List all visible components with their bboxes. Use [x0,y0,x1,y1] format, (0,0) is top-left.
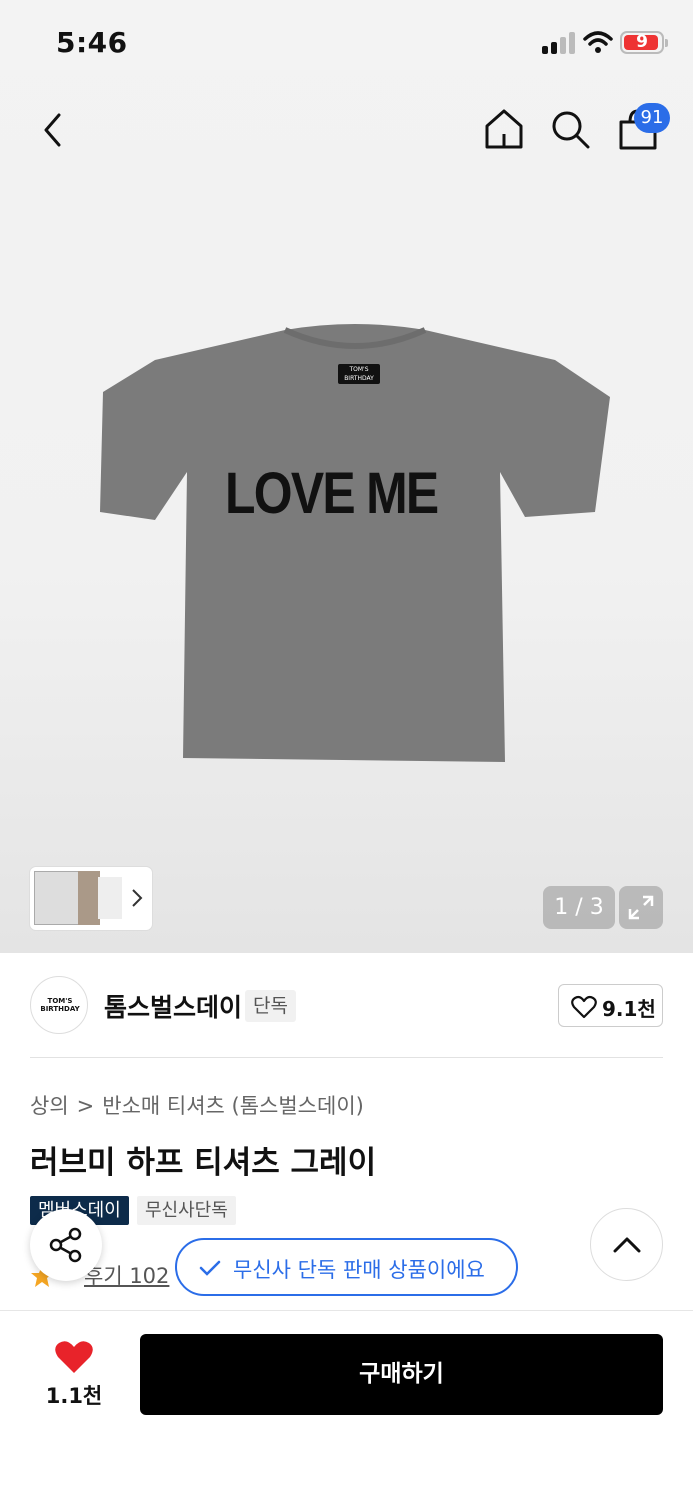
breadcrumb-item[interactable]: 상의 [30,1094,69,1118]
status-bar: 5:46 9 [0,0,693,80]
thumbnail-2[interactable] [78,871,100,925]
heart-outline-icon [571,995,597,1019]
brand-like-button[interactable]: 9.1천 [558,984,663,1027]
status-time: 5:46 [56,26,128,59]
breadcrumb-item[interactable]: 반소매 티셔츠 (톰스벌스데이) [102,1094,364,1118]
toast-message: 무신사 단독 판매 상품이에요 [175,1238,518,1296]
expand-icon [628,895,654,920]
wifi-icon [583,31,613,53]
battery-icon: 9 [620,31,668,54]
divider [30,1057,663,1058]
brand-name[interactable]: 톰스벌스데이 [104,988,242,1024]
like-count: 1.1천 [45,1384,103,1408]
review-link[interactable]: 후기 102 [84,1260,169,1290]
musinsa-exclusive-tag: 무신사단독 [137,1196,236,1225]
product-image[interactable] [95,322,615,767]
toast-text: 무신사 단독 판매 상품이에요 [233,1258,485,1282]
product-title: 러브미 하프 티셔츠 그레이 [30,1145,377,1181]
cart-count-badge: 91 [634,103,670,133]
battery-level: 9 [636,32,648,52]
thumbnail-strip[interactable] [30,867,152,930]
thumbnail-1[interactable] [34,871,80,925]
breadcrumb-separator: > [76,1094,95,1118]
thumbnail-3[interactable] [98,877,122,919]
share-button[interactable] [30,1209,102,1281]
scroll-top-button[interactable] [590,1208,663,1281]
search-icon[interactable] [550,109,590,149]
brand-like-count: 9.1천 [602,997,656,1021]
chevron-right-icon[interactable] [130,887,144,909]
home-icon[interactable] [484,108,524,150]
brand-logo-text: TOM'S BIRTHDAY [40,997,80,1013]
product-print: LOVE ME [225,461,439,526]
back-icon[interactable] [38,110,68,150]
exclusive-badge: 단독 [245,990,296,1022]
heart-filled-icon[interactable] [54,1339,94,1375]
buy-button[interactable]: 구매하기 [140,1334,663,1415]
image-counter: 1 / 3 [543,886,615,929]
signal-icon [542,32,576,54]
expand-button[interactable] [619,886,663,929]
brand-logo[interactable]: TOM'S BIRTHDAY [30,976,88,1034]
breadcrumb: 상의 > 반소매 티셔츠 (톰스벌스데이) [30,1090,364,1120]
chevron-up-icon [613,1237,641,1253]
check-icon [199,1260,221,1276]
share-icon [49,1227,82,1263]
neck-label: TOM'S BIRTHDAY [338,364,380,384]
